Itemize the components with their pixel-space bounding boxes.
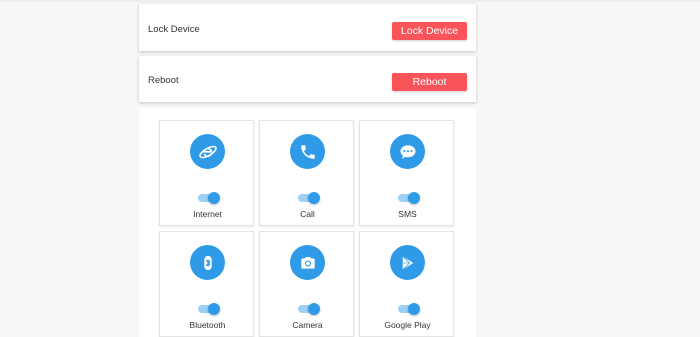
feature-tile-internet: Internet [159, 120, 254, 226]
call-toggle[interactable] [298, 192, 320, 204]
bluetooth-toggle[interactable] [198, 303, 220, 315]
camera-toggle[interactable] [298, 303, 320, 315]
lock-device-button[interactable]: Lock Device [392, 22, 467, 40]
reboot-label: Reboot [148, 75, 179, 86]
features-panel: Internet Call SMS Bluetooth Camera Googl… [139, 108, 476, 337]
feature-tile-bluetooth: Bluetooth [159, 231, 254, 337]
lock-device-card: Lock Device Lock Device [139, 4, 476, 51]
feature-tile-sms: SMS [359, 120, 454, 226]
reboot-card: Reboot Reboot [139, 56, 476, 102]
bluetooth-icon [190, 245, 225, 280]
feature-tile-call: Call [259, 120, 354, 226]
phone-icon [290, 134, 325, 169]
page: Lock Device Lock Device Reboot Reboot In… [0, 0, 700, 337]
feature-tile-camera: Camera [259, 231, 354, 337]
toggle-knob [408, 303, 420, 315]
toggle-knob [308, 192, 320, 204]
feature-tile-google-play: Google Play [359, 231, 454, 337]
camera-icon [290, 245, 325, 280]
internet-explorer-icon [190, 134, 225, 169]
reboot-button[interactable]: Reboot [392, 73, 467, 91]
lock-device-label: Lock Device [148, 24, 200, 35]
feature-label-internet: Internet [193, 209, 222, 219]
feature-label-sms: SMS [398, 209, 417, 219]
internet-toggle[interactable] [198, 192, 220, 204]
content-column: Lock Device Lock Device Reboot Reboot In… [139, 0, 476, 337]
sms-icon [390, 134, 425, 169]
feature-label-call: Call [300, 209, 315, 219]
toggle-knob [408, 192, 420, 204]
feature-label-bluetooth: Bluetooth [189, 320, 226, 330]
google-play-toggle[interactable] [398, 303, 420, 315]
google-play-icon [390, 245, 425, 280]
feature-label-camera: Camera [292, 320, 323, 330]
feature-label-google-play: Google Play [384, 320, 431, 330]
toggle-knob [208, 303, 220, 315]
toggle-knob [208, 192, 220, 204]
toggle-knob [308, 303, 320, 315]
sms-toggle[interactable] [398, 192, 420, 204]
